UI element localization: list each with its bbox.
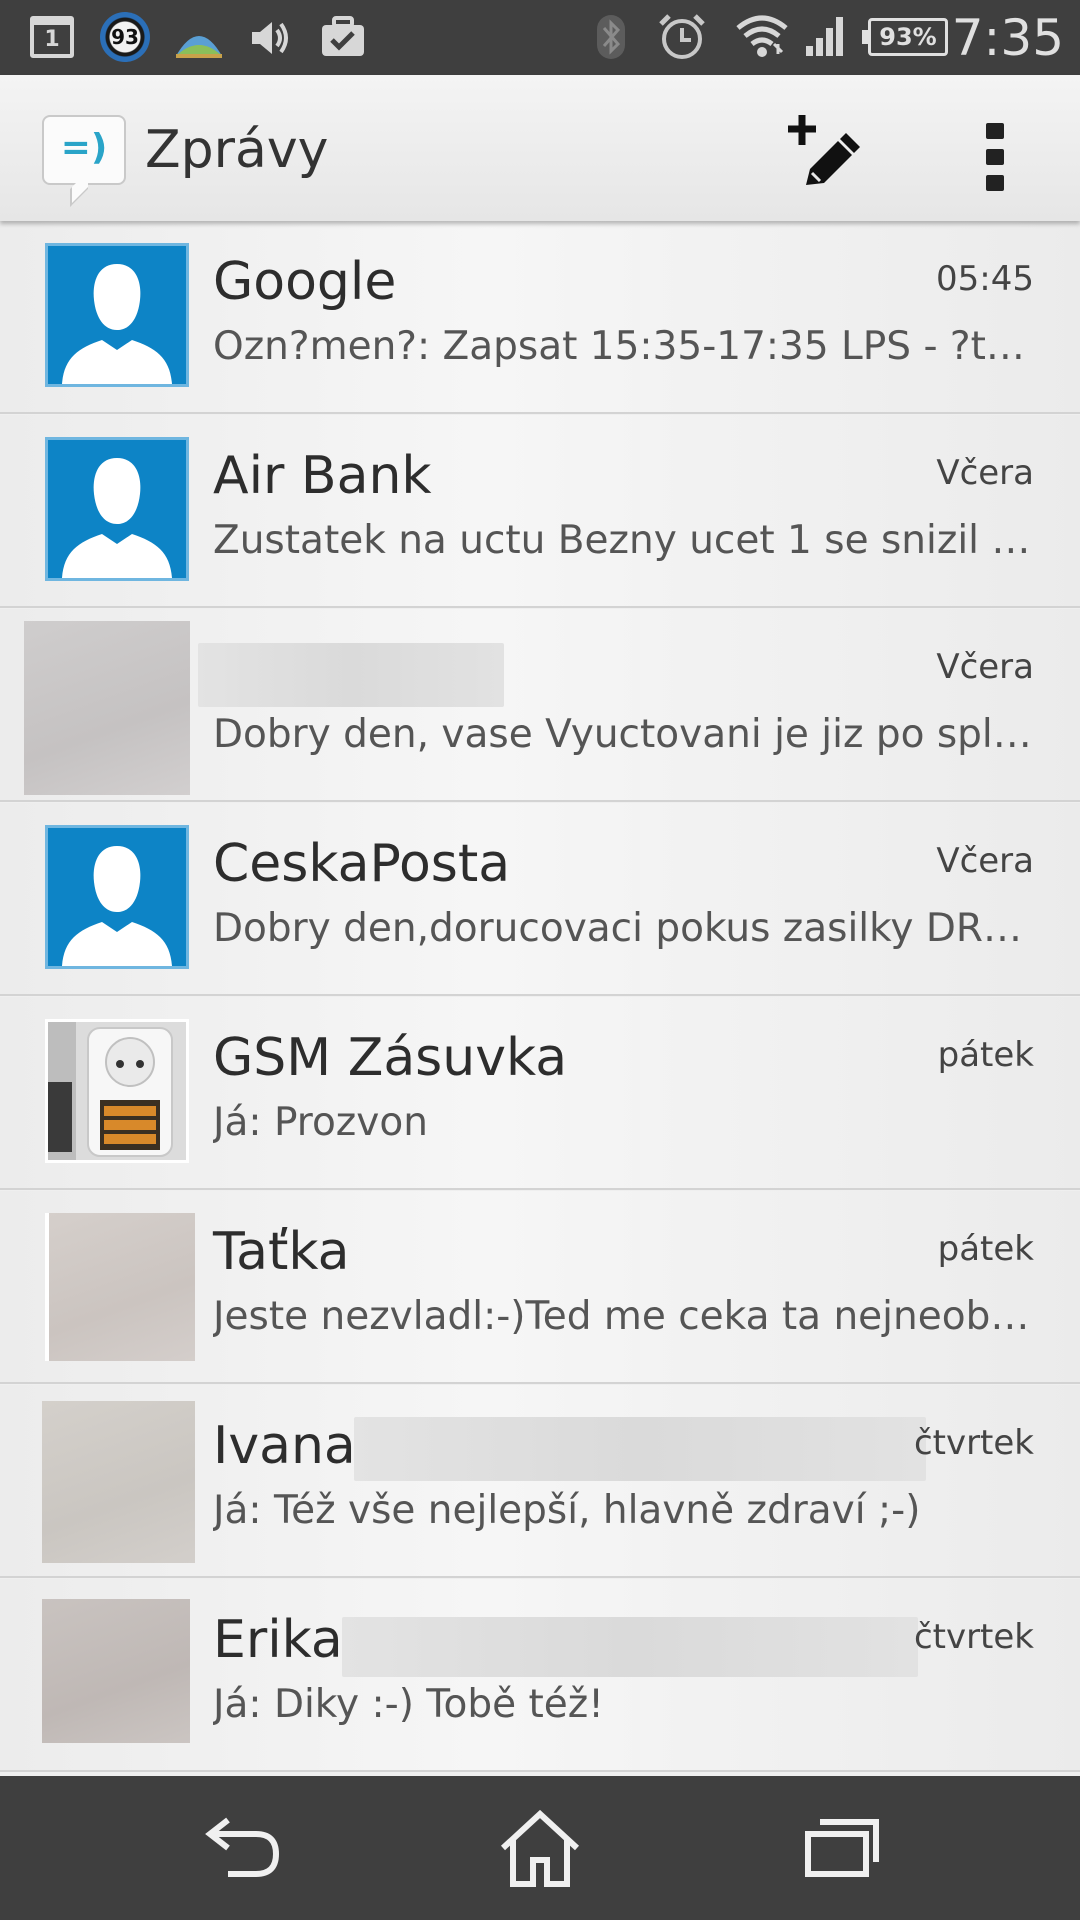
home-button[interactable] xyxy=(495,1808,585,1888)
new-message-icon xyxy=(788,115,860,185)
status-time: 7:35 xyxy=(951,9,1064,67)
overflow-menu-button[interactable] xyxy=(970,105,1020,195)
wifi-icon xyxy=(736,15,788,57)
contact-avatar[interactable] xyxy=(45,1213,195,1361)
default-contact-icon xyxy=(62,458,172,578)
contact-avatar[interactable] xyxy=(45,825,189,969)
badge-icon: 93 xyxy=(100,12,150,62)
contact-name: CeskaPosta xyxy=(213,834,511,894)
new-message-button[interactable] xyxy=(780,105,870,195)
message-snippet: Zustatek na uctu Bezny ucet 1 se snizil … xyxy=(213,518,1033,563)
battery-icon: 93% xyxy=(862,18,948,56)
recent-apps-icon xyxy=(805,1819,879,1877)
contact-name: Ivana xyxy=(213,1416,356,1476)
conversation-row[interactable]: Google 05:45 Ozn?men?: Zapsat 15:35-17:3… xyxy=(0,221,1080,414)
back-icon xyxy=(205,1817,280,1877)
screen: 1 93 93% 7:35 =) Zprávy Google 05:45 Ozn… xyxy=(0,0,1080,1920)
navigation-bar xyxy=(0,1776,1080,1920)
message-snippet: Já: Diky :-) Tobě též! xyxy=(213,1682,604,1727)
calendar-icon: 1 xyxy=(30,16,74,58)
battery-percent: 93% xyxy=(879,23,937,51)
app-icon-glyph: =) xyxy=(60,127,108,168)
contact-name: GSM Zásuvka xyxy=(213,1028,568,1088)
conversation-row[interactable]: Erika čtvrtek Já: Diky :-) Tobě též! xyxy=(0,1579,1080,1772)
message-snippet: Dobry den, vase Vyuctovani je jiz po spl… xyxy=(213,712,1033,757)
redacted-name xyxy=(198,643,504,707)
contact-avatar[interactable] xyxy=(42,1401,195,1563)
dome-app-icon xyxy=(176,36,222,58)
message-snippet: Dobry den,dorucovaci pokus zasilky DR012… xyxy=(213,906,1033,951)
contact-avatar[interactable] xyxy=(45,1019,189,1163)
conversation-row[interactable]: Taťka pátek Jeste nezvladl:-)Ted me ceka… xyxy=(0,1191,1080,1384)
home-icon xyxy=(500,1809,580,1887)
message-date: Včera xyxy=(936,647,1034,687)
app-title: Zprávy xyxy=(145,120,329,180)
contact-name: Air Bank xyxy=(213,446,432,506)
socket-photo-icon xyxy=(48,1022,186,1160)
conversation-row[interactable]: Ivana čtvrtek Já: Též vše nejlepší, hlav… xyxy=(0,1385,1080,1578)
contact-name: Google xyxy=(213,252,397,312)
redacted-surname xyxy=(354,1417,926,1481)
calendar-day: 1 xyxy=(44,26,60,52)
contact-avatar[interactable] xyxy=(24,621,190,795)
message-snippet: Já: Prozvon xyxy=(213,1100,428,1145)
back-button[interactable] xyxy=(198,1808,288,1888)
message-date: Včera xyxy=(936,841,1034,881)
signal-icon xyxy=(806,17,843,56)
bluetooth-icon xyxy=(597,15,625,59)
contact-name: Erika xyxy=(213,1610,343,1670)
status-bar: 1 93 93% 7:35 xyxy=(0,0,1080,75)
volume-icon xyxy=(252,22,288,54)
message-snippet: Ozn?men?: Zapsat 15:35-17:35 LPS - ?t 6.… xyxy=(213,324,1033,369)
recent-apps-button[interactable] xyxy=(796,1808,886,1888)
conversation-row[interactable]: GSM Zásuvka pátek Já: Prozvon xyxy=(0,997,1080,1190)
conversation-row[interactable]: Včera Dobry den, vase Vyuctovani je jiz … xyxy=(0,609,1080,802)
messages-app-icon[interactable]: =) xyxy=(42,115,126,185)
alarm-icon xyxy=(659,14,705,59)
contact-avatar[interactable] xyxy=(45,243,189,387)
message-date: čtvrtek xyxy=(913,1423,1034,1463)
message-date: Včera xyxy=(936,453,1034,493)
message-date: pátek xyxy=(937,1035,1034,1075)
conversation-row[interactable]: Air Bank Včera Zustatek na uctu Bezny uc… xyxy=(0,415,1080,608)
conversation-row[interactable]: CeskaPosta Včera Dobry den,dorucovaci po… xyxy=(0,803,1080,996)
contact-avatar[interactable] xyxy=(45,437,189,581)
default-contact-icon xyxy=(62,846,172,966)
message-date: pátek xyxy=(937,1229,1034,1269)
message-date: 05:45 xyxy=(936,259,1034,299)
action-bar: =) Zprávy xyxy=(0,75,1080,221)
default-contact-icon xyxy=(62,264,172,384)
message-snippet: Jeste nezvladl:-)Ted me ceka ta nejneobl… xyxy=(213,1294,1033,1339)
redacted-surname xyxy=(342,1617,918,1677)
message-snippet: Já: Též vše nejlepší, hlavně zdraví ;-) xyxy=(213,1488,921,1533)
contact-name: Taťka xyxy=(213,1222,350,1282)
badge-number: 93 xyxy=(111,25,139,49)
briefcase-icon xyxy=(322,16,364,56)
contact-avatar[interactable] xyxy=(42,1599,190,1743)
message-date: čtvrtek xyxy=(913,1617,1034,1657)
